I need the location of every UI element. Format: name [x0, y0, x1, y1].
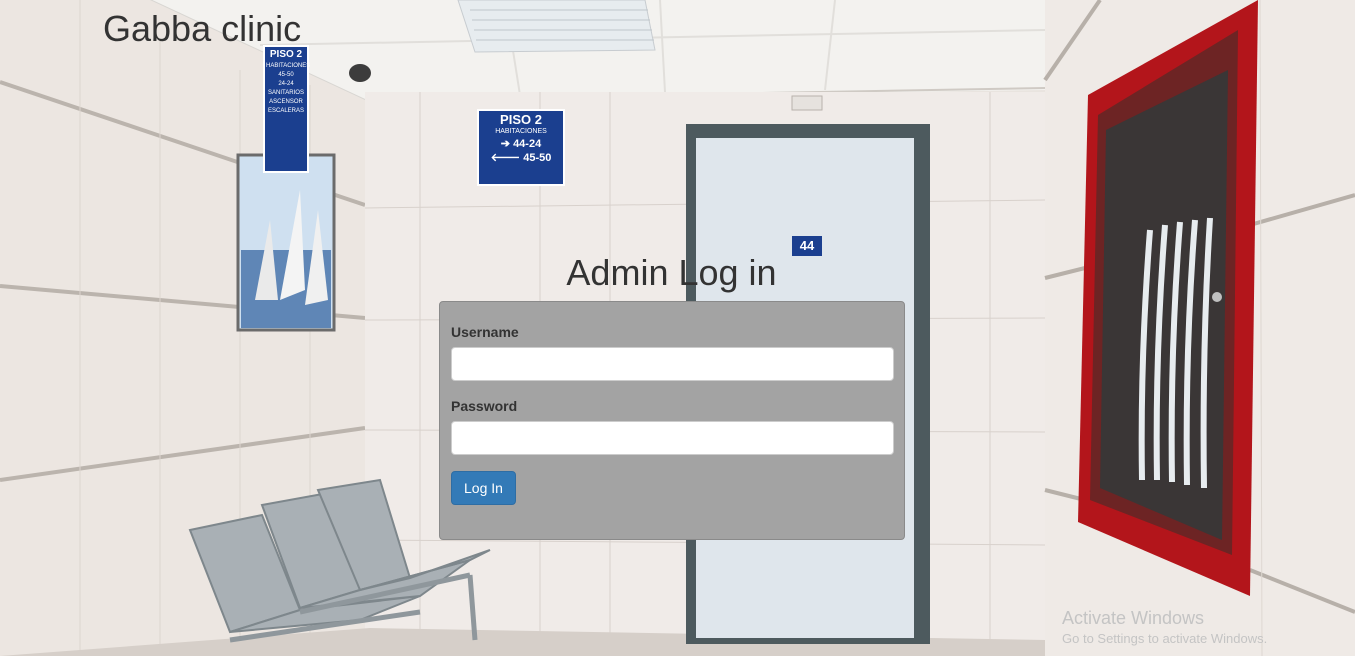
- sign-center-room-b-text: 45-50: [523, 152, 552, 164]
- password-input[interactable]: [451, 421, 894, 455]
- sign-center-room-b: 🡐 45-50: [480, 151, 562, 165]
- sign-center-room-a-text: 44-24: [513, 138, 542, 150]
- sign-left-line: SANITARIOS: [268, 90, 304, 96]
- activate-windows-title: Activate Windows: [1062, 608, 1205, 628]
- sign-center-room-a: ➔ 44-24: [480, 137, 562, 151]
- sign-left-line: HABITACIONES: [266, 63, 311, 69]
- arrow-left-icon: 🡐: [490, 152, 521, 164]
- username-input[interactable]: [451, 347, 894, 381]
- site-brand: Gabba clinic: [103, 8, 302, 49]
- arrow-right-icon: ➔: [500, 138, 510, 150]
- hallway-sign-left: PISO 2 HABITACIONES 45-50 24-24 SANITARI…: [266, 48, 311, 116]
- sign-left-line: 24-24: [278, 81, 294, 87]
- hallway-sign-center: PISO 2 HABITACIONES ➔ 44-24 🡐 45-50: [480, 113, 562, 165]
- sign-left-line: ESCALERAS: [267, 108, 304, 114]
- username-label: Username: [451, 324, 519, 340]
- activate-windows-subtitle: Go to Settings to activate Windows.: [1062, 631, 1268, 646]
- login-button[interactable]: Log In: [451, 471, 516, 505]
- sign-left-title: PISO 2: [269, 49, 303, 60]
- sign-center-title: PISO 2: [500, 112, 542, 127]
- sign-center-subtitle: HABITACIONES: [495, 128, 547, 135]
- password-label: Password: [451, 398, 518, 414]
- sign-left-line: 45-50: [278, 72, 294, 78]
- sign-left-line: ASCENSOR: [269, 99, 303, 105]
- activate-windows-watermark: Activate Windows Go to Settings to activ…: [1062, 608, 1267, 646]
- door-number: 44: [799, 238, 815, 253]
- login-form: Username Password Log In: [439, 301, 905, 540]
- page-title: Admin Log in: [566, 252, 777, 293]
